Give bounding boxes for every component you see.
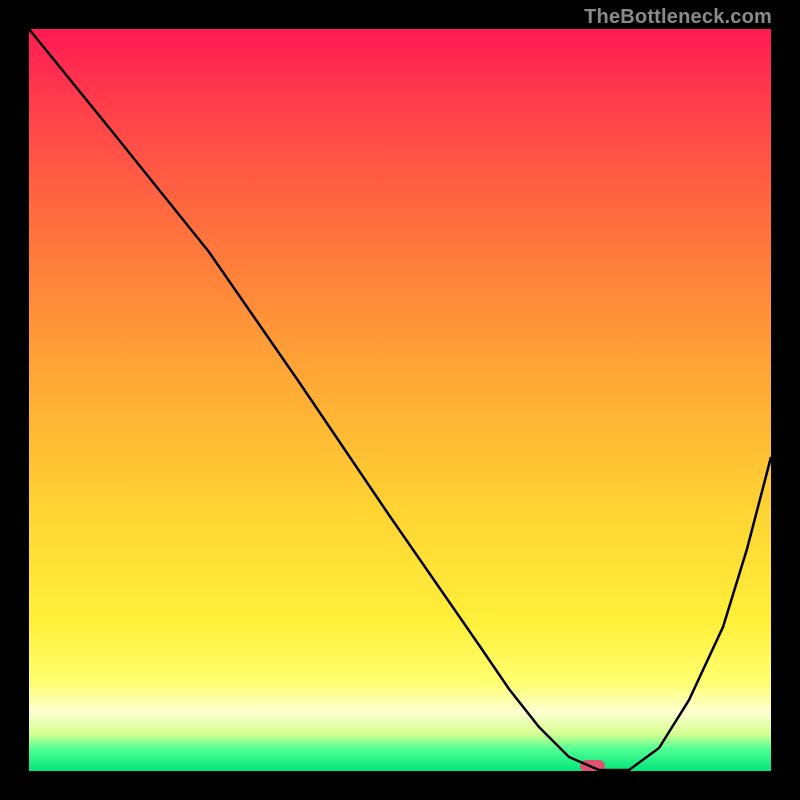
watermark-text: TheBottleneck.com [584, 6, 772, 29]
plot-area [29, 29, 771, 771]
curve-path [29, 29, 771, 770]
chart-frame: TheBottleneck.com [0, 0, 800, 800]
bottleneck-curve [29, 29, 771, 771]
